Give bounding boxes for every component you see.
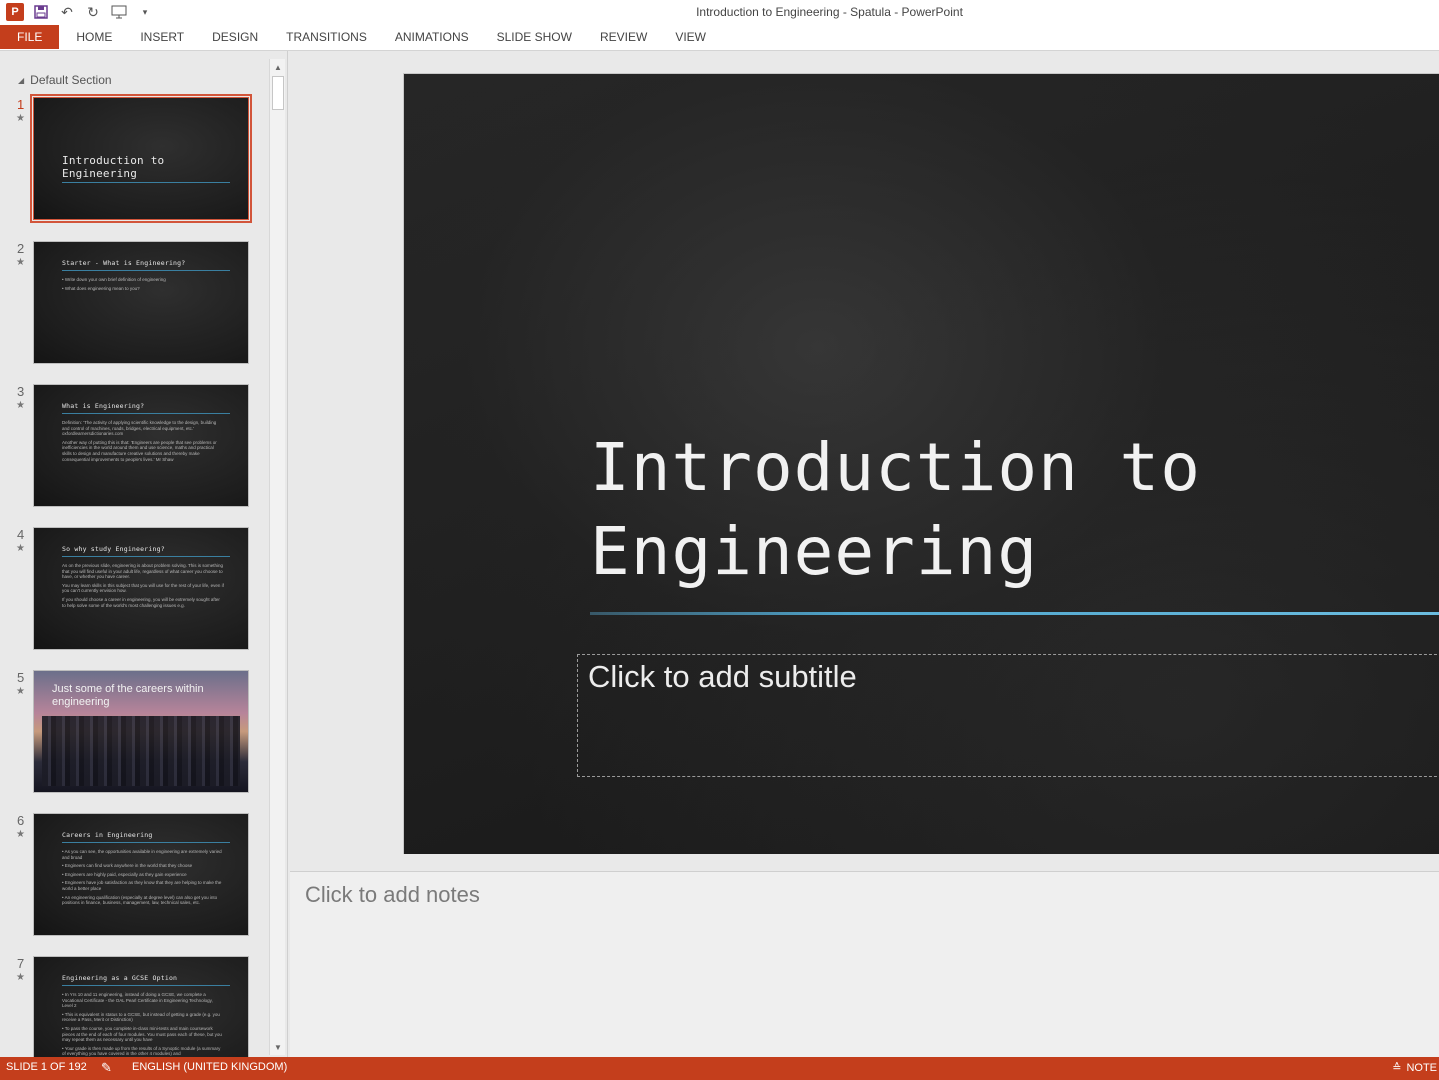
tab-review[interactable]: REVIEW <box>586 25 661 49</box>
tab-slide-show[interactable]: SLIDE SHOW <box>483 25 586 49</box>
city-skyline-image <box>42 716 240 786</box>
collapse-section-icon[interactable]: ◢ <box>18 76 24 85</box>
thumbnail-body-line: • Engineers have job satisfaction as the… <box>62 880 222 891</box>
language-indicator[interactable]: ENGLISH (UNITED KINGDOM) <box>132 1061 287 1073</box>
slide-number: 6 <box>17 813 25 828</box>
thumbnail-body-line: Another way of putting this is that: 'En… <box>62 439 217 462</box>
notes-pane[interactable]: Click to add notes <box>290 871 1439 1057</box>
thumbnail-body-line: You may learn skills in this subject tha… <box>62 582 224 594</box>
thumbnail-row: 3 ★ What is Engineering? Definition: 'The a… <box>0 384 268 512</box>
slide-number: 2 <box>17 241 25 256</box>
notes-toggle-button[interactable]: ≙ NOTE <box>1392 1061 1437 1075</box>
animation-star-icon[interactable]: ★ <box>16 400 25 411</box>
tab-insert[interactable]: INSERT <box>126 25 198 49</box>
thumbnail-row: 1 ★ Introduction to Engineering <box>0 94 268 225</box>
thumbnail-body: • Write down your own brief definition o… <box>62 277 224 294</box>
thumbnail-body-line: • Write down your own brief definition o… <box>62 277 166 282</box>
animation-star-icon[interactable]: ★ <box>16 543 25 554</box>
slide-number: 3 <box>17 384 25 399</box>
scroll-down-arrow-icon[interactable]: ▼ <box>270 1039 286 1055</box>
proofing-icon[interactable]: ✎ <box>101 1060 112 1076</box>
thumbnail-body-line: • An engineering qualification (especial… <box>62 894 218 906</box>
thumbnail-title-underline <box>62 270 230 271</box>
thumbnail-body: Definition: 'The activity of applying sc… <box>62 420 224 465</box>
thumbnail-title: Introduction to Engineering <box>62 154 165 180</box>
animation-star-icon[interactable]: ★ <box>16 686 25 697</box>
window-title: Introduction to Engineering - Spatula - … <box>696 5 963 19</box>
slide-counter: SLIDE 1 OF 192 <box>6 1061 87 1073</box>
thumbnail-body-line: • To pass the course, you complete in-cl… <box>62 1025 222 1043</box>
thumbnail-scrollbar[interactable]: ▲ ▼ <box>269 59 285 1055</box>
thumbnail-title-underline <box>62 556 230 557</box>
scroll-up-arrow-icon[interactable]: ▲ <box>270 59 286 75</box>
thumbnail-title-underline <box>62 413 230 414</box>
slide-number: 7 <box>17 956 25 971</box>
slide-thumbnail-6[interactable]: Careers in Engineering • As you can see, … <box>33 813 249 936</box>
thumbnail-body-line: • What does engineering mean to you? <box>62 285 140 291</box>
thumbnail-row: 2 ★ Starter - What is Engineering? • Write … <box>0 241 268 369</box>
thumbnail-body-line: • This is equivalent in status to a GCSE… <box>62 1011 220 1023</box>
slide-number: 4 <box>17 527 25 542</box>
thumbnail-row: 4 ★ So why study Engineering? As on the pre… <box>0 527 268 655</box>
slide-title[interactable]: Introduction to Engineering <box>590 426 1201 594</box>
notes-placeholder: Click to add notes <box>305 882 480 907</box>
thumbnail-body-line: • As you can see, the opportunities avai… <box>62 849 222 860</box>
notes-icon: ≙ <box>1392 1062 1402 1074</box>
thumbnail-body-line: • Your grade is then made up from the re… <box>62 1045 221 1057</box>
thumbnail-body: • In Yrs 10 and 11 engineering, instead … <box>62 992 224 1060</box>
thumbnail-body-line: Definition: 'The activity of applying sc… <box>62 420 217 437</box>
slide-canvas[interactable]: Introduction to Engineering Click to add… <box>403 73 1439 854</box>
thumbnail-body-line: • Engineers are highly paid, especially … <box>62 871 187 877</box>
tab-view[interactable]: VIEW <box>661 25 720 49</box>
slide-thumbnail-1[interactable]: Introduction to Engineering <box>30 94 252 223</box>
thumbnail-row: 6 ★ Careers in Engineering • As you can see… <box>0 813 268 941</box>
thumbnail-title: Just some of the careers within engineer… <box>52 683 204 708</box>
ribbon-tabs: FILE HOME INSERT DESIGN TRANSITIONS ANIMATION… <box>0 25 1439 51</box>
slide-thumbnail-2[interactable]: Starter - What is Engineering? • Write do… <box>33 241 249 364</box>
thumbnail-title: So why study Engineering? <box>62 545 165 553</box>
slide-thumbnail-5[interactable]: Just some of the careers within engineer… <box>33 670 249 793</box>
slide-thumbnail-3[interactable]: What is Engineering? Definition: 'The act… <box>33 384 249 507</box>
thumbnail-title: What is Engineering? <box>62 402 145 410</box>
animation-star-icon[interactable]: ★ <box>16 829 25 840</box>
tab-transitions[interactable]: TRANSITIONS <box>272 25 381 49</box>
thumbnail-title-underline <box>62 985 230 986</box>
subtitle-placeholder[interactable]: Click to add subtitle <box>577 654 1439 777</box>
thumbnail-title: Careers in Engineering <box>62 831 153 839</box>
thumbnail-body: As on the previous slide, engineering is… <box>62 563 224 611</box>
thumbnail-row: 5 ★ Just some of the careers within engine… <box>0 670 268 798</box>
slide-number: 5 <box>17 670 25 685</box>
scroll-thumb[interactable] <box>272 76 284 110</box>
tab-file[interactable]: FILE <box>0 25 60 49</box>
tab-animations[interactable]: ANIMATIONS <box>381 25 483 49</box>
slide-number: 1 <box>17 97 25 112</box>
thumbnail-title: Starter - What is Engineering? <box>62 259 186 267</box>
ribbon: FILE HOME INSERT DESIGN TRANSITIONS ANIMATION… <box>0 25 1439 51</box>
status-bar: SLIDE 1 OF 192 ✎ ENGLISH (UNITED KINGDOM… <box>0 1057 1439 1080</box>
title-underline <box>590 612 1439 615</box>
notes-toggle-label: NOTE <box>1406 1061 1437 1074</box>
thumbnail-title-underline <box>62 182 230 183</box>
section-name: Default Section <box>30 73 112 87</box>
slide-thumbnail-pane: ◢ Default Section 1 ★ Introduction to Engi… <box>0 51 288 1079</box>
tab-design[interactable]: DESIGN <box>198 25 272 49</box>
thumbnail-body-line: As on the previous slide, engineering is… <box>62 563 224 580</box>
powerpoint-window: P ↶ ↻ ▾ Introduction to Engineering - Sp… <box>0 0 1439 1080</box>
animation-star-icon[interactable]: ★ <box>16 257 25 268</box>
section-header[interactable]: ◢ Default Section <box>18 73 112 87</box>
thumbnail-body-line: • In Yrs 10 and 11 engineering, instead … <box>62 992 213 1009</box>
thumbnail-body-line: If you should choose a career in enginee… <box>62 596 220 608</box>
thumbnail-body-line: • Engineers can find work anywhere in th… <box>62 863 193 869</box>
thumbnail-title: Engineering as a GCSE Option <box>62 974 178 982</box>
thumbnail-body: • As you can see, the opportunities avai… <box>62 849 224 909</box>
subtitle-placeholder-text: Click to add subtitle <box>588 659 857 694</box>
slide-thumbnail-4[interactable]: So why study Engineering? As on the previ… <box>33 527 249 650</box>
thumbnail-title-underline <box>62 842 230 843</box>
animation-star-icon[interactable]: ★ <box>16 113 25 124</box>
animation-star-icon[interactable]: ★ <box>16 972 25 983</box>
tab-home[interactable]: HOME <box>62 25 126 49</box>
title-bar: P ↶ ↻ ▾ Introduction to Engineering - Sp… <box>0 0 1439 25</box>
